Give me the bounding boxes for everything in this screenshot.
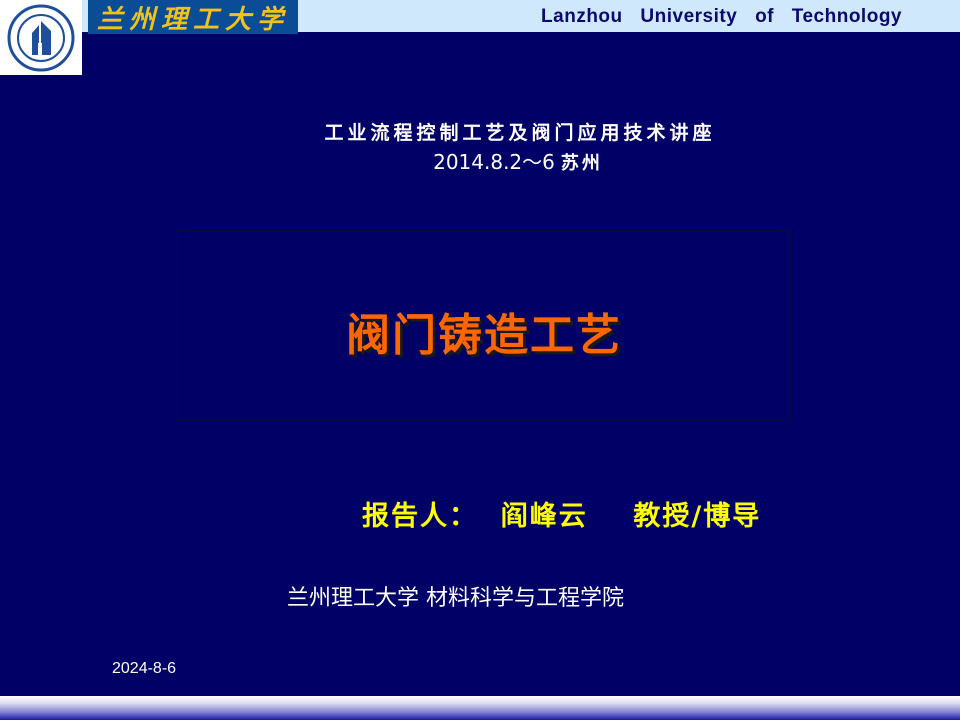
lecture-date: 2014.8.2～6 [433, 150, 555, 174]
lecture-city: 苏州 [560, 153, 603, 174]
footer-gradient-band [0, 696, 960, 720]
university-name-banner: 兰州理工大学 [88, 0, 298, 35]
lecture-date-location: 2014.8.2～6 苏州 [0, 146, 960, 175]
university-seal-icon [7, 4, 75, 71]
university-english-name: Lanzhou University of Technology [541, 6, 902, 27]
lecture-series-title: 工业流程控制工艺及阀门应用技术讲座 [324, 122, 716, 144]
footer-date: 2024-8-6 [112, 660, 177, 677]
presenter-line: 报告人： 阎峰云 教授/博导 [362, 501, 762, 532]
institute-name: 兰州理工大学 材料科学与工程学院 [287, 586, 624, 611]
university-logo [0, 0, 82, 75]
main-title: 阀门铸造工艺 [346, 310, 622, 361]
title-frame: 阀门铸造工艺 [177, 230, 791, 421]
